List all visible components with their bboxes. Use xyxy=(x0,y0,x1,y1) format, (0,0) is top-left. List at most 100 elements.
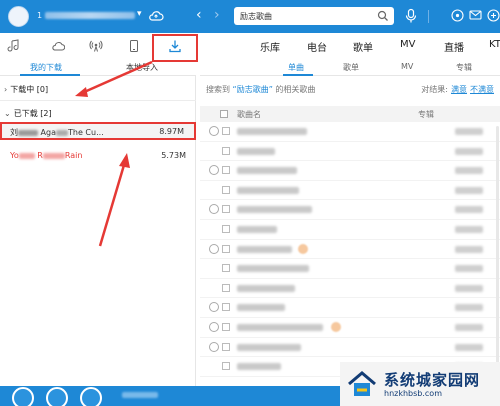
message-icon[interactable] xyxy=(468,8,483,23)
tab-my-downloads[interactable]: 我的下载 xyxy=(30,62,62,73)
blurred-song-title xyxy=(237,245,292,253)
downloaded-song-item[interactable]: Yo R Rain 5.73M xyxy=(0,148,196,166)
cloud-icon[interactable] xyxy=(48,37,68,55)
blurred-album xyxy=(455,186,483,194)
blurred-album xyxy=(455,245,483,253)
table-row[interactable] xyxy=(200,240,500,260)
row-checkbox[interactable] xyxy=(222,224,230,233)
satisfied-link[interactable]: 满意 xyxy=(451,85,467,94)
tab-mv[interactable]: MV xyxy=(400,39,415,50)
downloaded-check-icon xyxy=(209,165,219,176)
now-playing-blurred xyxy=(122,392,158,398)
expand-arrow-icon: › xyxy=(4,85,8,94)
table-row[interactable] xyxy=(200,259,500,279)
table-row[interactable] xyxy=(200,338,500,358)
table-row[interactable] xyxy=(200,181,500,201)
row-checkbox[interactable] xyxy=(222,166,230,175)
row-checkbox[interactable] xyxy=(222,185,230,194)
downloaded-check-icon xyxy=(209,321,219,332)
blurred-album xyxy=(455,206,483,214)
search-icon[interactable] xyxy=(377,10,389,22)
user-menu-caret-icon[interactable]: ▾ xyxy=(137,9,142,19)
tab-result-mv[interactable]: MV xyxy=(401,62,413,71)
skin-icon[interactable] xyxy=(450,8,465,23)
blurred-album xyxy=(455,343,483,351)
table-row[interactable] xyxy=(200,200,500,220)
downloaded-label: 已下载 xyxy=(13,109,38,118)
song-name: 刘 Aga The Cu... xyxy=(10,127,104,138)
back-icon[interactable]: ‹ xyxy=(196,7,202,23)
table-row[interactable] xyxy=(200,298,500,318)
watermark-url: hnzkhbsb.com xyxy=(384,389,442,398)
row-checkbox[interactable] xyxy=(222,205,230,214)
select-all-checkbox[interactable] xyxy=(220,110,228,118)
row-checkbox[interactable] xyxy=(222,264,230,273)
next-button[interactable] xyxy=(80,387,102,406)
table-row[interactable] xyxy=(200,122,500,142)
settings-icon[interactable] xyxy=(486,8,500,23)
row-checkbox[interactable] xyxy=(222,244,230,253)
forward-icon[interactable]: › xyxy=(214,7,220,23)
search-box[interactable]: 励志歌曲 xyxy=(234,7,394,25)
tab-local-import[interactable]: 本地导入 xyxy=(126,62,158,73)
search-summary: 搜索到 “励志歌曲” 的相关歌曲 xyxy=(206,84,315,95)
radio-icon[interactable] xyxy=(86,37,106,55)
row-checkbox[interactable] xyxy=(222,127,230,135)
device-icon[interactable] xyxy=(124,37,144,55)
music-note-icon[interactable] xyxy=(4,37,24,55)
table-row[interactable] xyxy=(200,161,500,181)
downloading-section-header[interactable]: › 下载中 [0] xyxy=(4,84,48,95)
downloaded-section-header[interactable]: ⌄ 已下载 [2] xyxy=(4,108,52,119)
row-checkbox[interactable] xyxy=(222,342,230,351)
row-checkbox[interactable] xyxy=(222,146,230,155)
feedback-label: 对结果: xyxy=(421,85,448,94)
blurred-song-title xyxy=(237,304,285,312)
download-panel: › 下载中 [0] ⌄ 已下载 [2] 刘 Aga The Cu... 8.97M Y… xyxy=(0,76,196,386)
left-subtabs: 我的下载 本地导入 xyxy=(0,58,196,76)
row-checkbox[interactable] xyxy=(222,283,230,292)
cloud-upload-icon[interactable] xyxy=(148,8,164,24)
song-name-part: Yo xyxy=(10,151,19,160)
downloaded-check-icon xyxy=(209,341,219,352)
tab-result-album[interactable]: 专辑 xyxy=(456,62,472,73)
tab-single[interactable]: 单曲 xyxy=(288,62,304,73)
blurred-song-title xyxy=(237,323,323,331)
downloaded-count: [2] xyxy=(40,109,52,118)
blurred-song-title xyxy=(237,265,309,273)
search-summary-prefix: 搜索到 xyxy=(206,85,230,94)
unsatisfied-link[interactable]: 不满意 xyxy=(470,85,494,94)
previous-button[interactable] xyxy=(12,387,34,406)
row-checkbox[interactable] xyxy=(222,322,230,331)
song-name-part: Aga xyxy=(40,128,56,137)
downloaded-check-icon xyxy=(209,302,219,313)
user-name[interactable]: 1 xyxy=(37,11,136,20)
results-scrollbar[interactable] xyxy=(496,126,499,376)
user-avatar[interactable] xyxy=(8,6,29,27)
search-input[interactable]: 励志歌曲 xyxy=(240,11,272,22)
table-row[interactable] xyxy=(200,142,500,162)
tab-result-playlist[interactable]: 歌单 xyxy=(343,62,359,73)
blurred-song-title xyxy=(237,284,295,292)
tab-ktv[interactable]: KT xyxy=(489,39,500,50)
blurred-album xyxy=(455,128,483,135)
play-button[interactable] xyxy=(46,387,68,406)
song-name-part: The Cu... xyxy=(68,128,104,137)
tab-radio[interactable]: 电台 xyxy=(307,39,327,54)
blurred-song-title xyxy=(237,363,281,371)
microphone-icon[interactable] xyxy=(404,8,418,24)
blurred-song-title xyxy=(237,128,307,135)
downloaded-song-item[interactable]: 刘 Aga The Cu... 8.97M xyxy=(0,122,196,140)
tab-live[interactable]: 直播 xyxy=(444,39,464,54)
row-checkbox[interactable] xyxy=(222,303,230,312)
table-row[interactable] xyxy=(200,318,500,338)
tab-playlists[interactable]: 歌单 xyxy=(353,39,373,54)
tab-library[interactable]: 乐库 xyxy=(260,39,280,54)
downloading-label: 下载中 xyxy=(10,85,35,94)
downloaded-check-icon xyxy=(209,243,219,254)
table-row[interactable] xyxy=(200,220,500,240)
blurred-album xyxy=(455,225,483,233)
blurred-text xyxy=(18,129,38,136)
table-row[interactable] xyxy=(200,279,500,299)
row-checkbox[interactable] xyxy=(222,362,230,371)
blurred-album xyxy=(455,167,483,175)
